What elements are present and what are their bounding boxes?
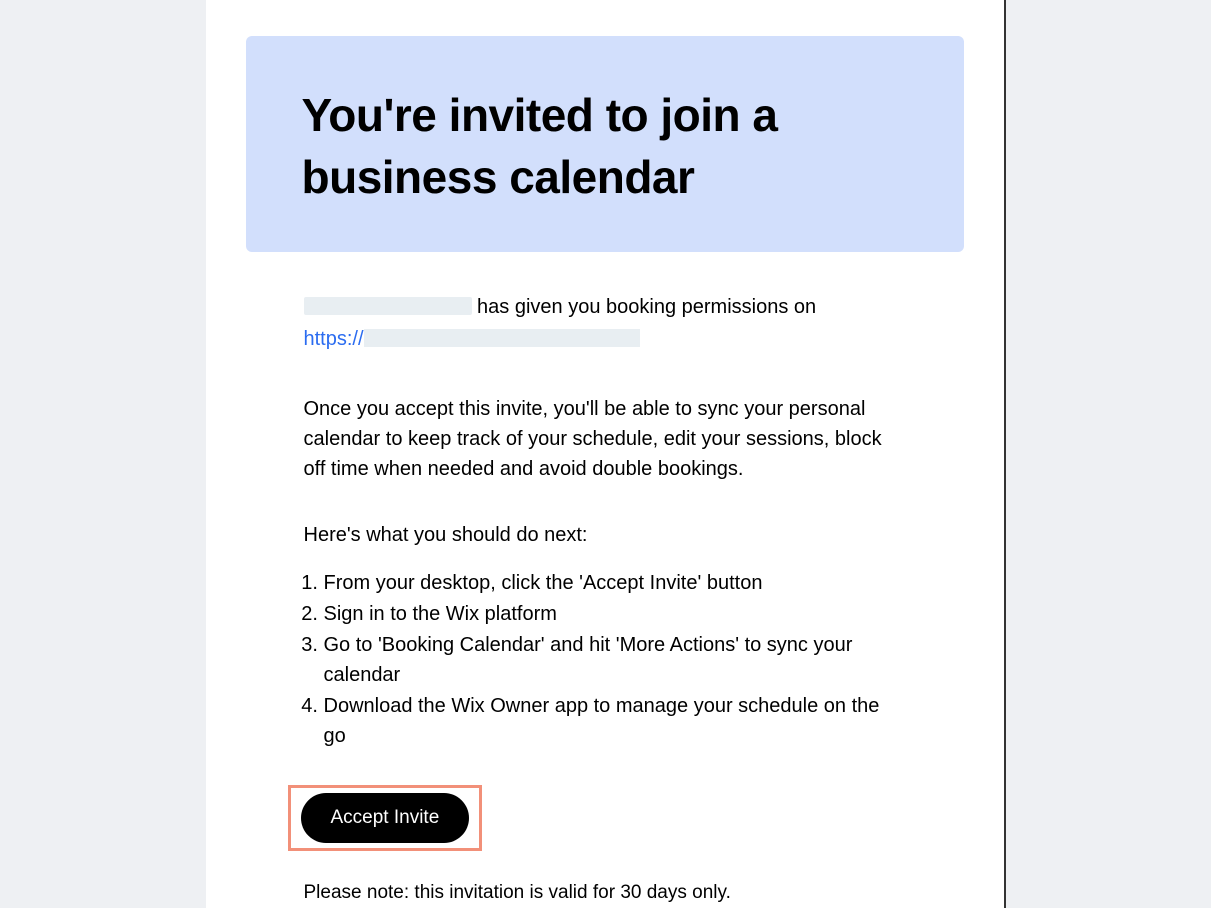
cta-wrap: Accept Invite: [288, 785, 906, 851]
redacted-sender-name: [304, 297, 472, 315]
intro-suffix: has given you booking permissions on: [472, 296, 817, 318]
intro-line: has given you booking permissions on: [304, 292, 906, 322]
step-item: Download the Wix Owner app to manage you…: [324, 691, 906, 751]
hero-title: You're invited to join a business calend…: [302, 84, 908, 208]
steps-list: From your desktop, click the 'Accept Inv…: [304, 568, 906, 751]
step-item: From your desktop, click the 'Accept Inv…: [324, 568, 906, 598]
content-wrap: You're invited to join a business calend…: [206, 0, 1004, 908]
accept-invite-button[interactable]: Accept Invite: [301, 793, 470, 843]
step-item: Go to 'Booking Calendar' and hit 'More A…: [324, 630, 906, 690]
site-link[interactable]: https://: [304, 328, 364, 350]
link-prefix: https://: [304, 328, 364, 350]
email-page: You're invited to join a business calend…: [206, 0, 1006, 908]
validity-note: Please note: this invitation is valid fo…: [304, 879, 906, 908]
redacted-url: [364, 329, 640, 347]
body-section: has given you booking permissions on htt…: [246, 292, 964, 908]
cta-highlight-box: Accept Invite: [288, 785, 483, 851]
description-paragraph: Once you accept this invite, you'll be a…: [304, 394, 906, 484]
hero-banner: You're invited to join a business calend…: [246, 36, 964, 252]
site-link-line: https://: [304, 324, 906, 354]
next-steps-label: Here's what you should do next:: [304, 520, 906, 550]
step-item: Sign in to the Wix platform: [324, 599, 906, 629]
